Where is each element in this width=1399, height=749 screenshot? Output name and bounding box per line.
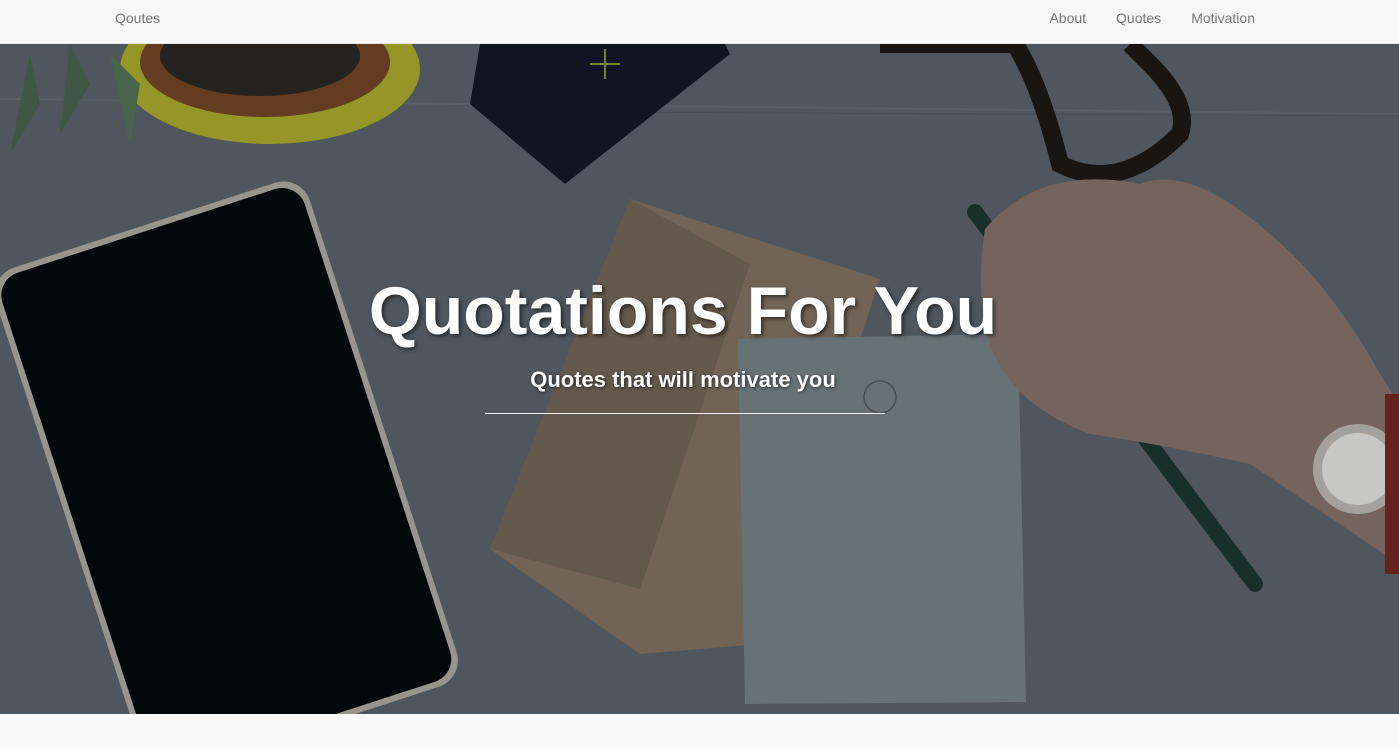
nav-link-motivation[interactable]: Motivation xyxy=(1191,10,1255,26)
hero-section: Quotations For You Quotes that will moti… xyxy=(0,44,1399,714)
nav-link-quotes[interactable]: Quotes xyxy=(1116,10,1161,26)
nav-link-about[interactable]: About xyxy=(1049,10,1086,26)
hero-title: Quotations For You xyxy=(368,273,998,349)
page-bottom-strip xyxy=(0,714,1399,749)
hero-divider xyxy=(485,413,885,414)
hero-subtitle: Quotes that will motivate you xyxy=(530,367,836,392)
nav-links: About Quotes Motivation xyxy=(1049,10,1255,26)
navbar: Qoutes About Quotes Motivation xyxy=(0,0,1399,44)
brand-link[interactable]: Qoutes xyxy=(115,10,160,26)
